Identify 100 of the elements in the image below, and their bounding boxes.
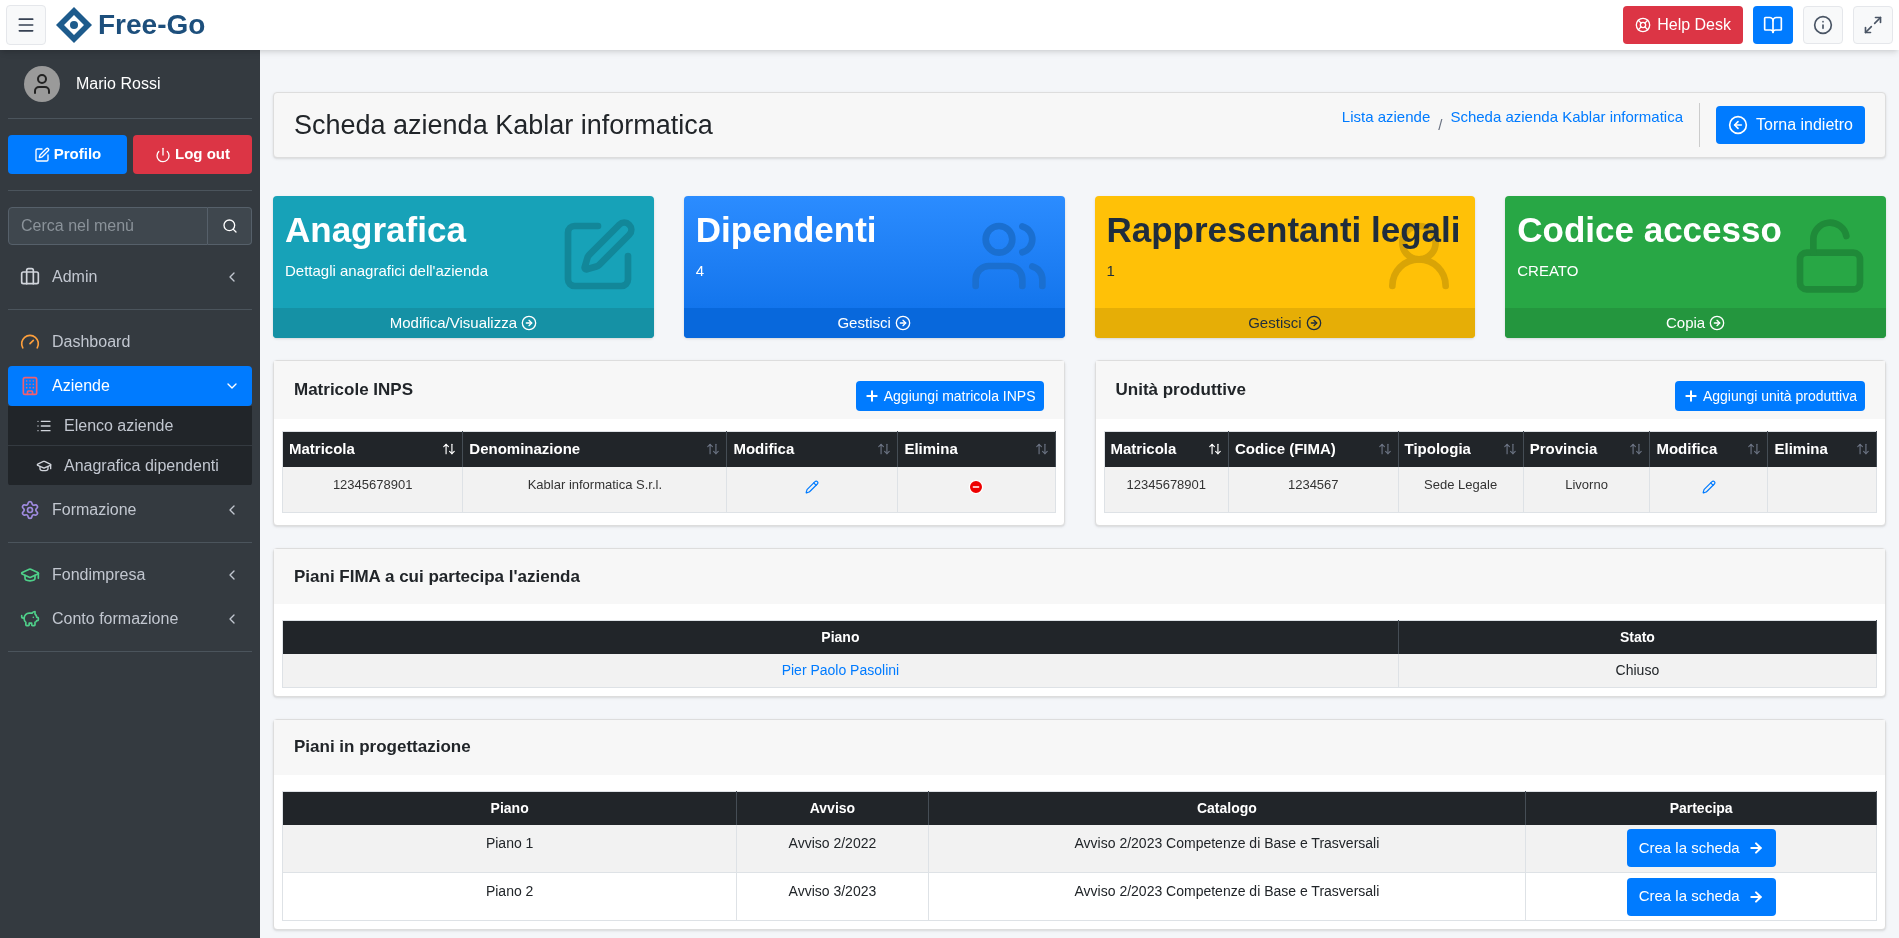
card-text: Dettagli anagrafici dell'azienda [285, 260, 489, 281]
book-button[interactable] [1753, 6, 1793, 44]
panel-title: Unità produttive [1115, 379, 1246, 402]
edit-icon [33, 146, 50, 163]
card-footer-link[interactable]: Gestisci [1094, 308, 1476, 338]
create-button[interactable]: Crea la scheda [1626, 877, 1776, 916]
delete-icon[interactable] [968, 479, 985, 496]
panel-title: Piani FIMA a cui partecipa l'azienda [294, 565, 580, 588]
search-icon [221, 218, 238, 234]
book-icon [1763, 15, 1783, 35]
column-header: Avviso [736, 791, 929, 825]
back-button[interactable]: Torna indietro [1716, 106, 1865, 144]
table-cell: Chiuso [1398, 654, 1877, 687]
menu-item[interactable]: Admin [8, 257, 252, 297]
table-cell: 12345678901 [1104, 466, 1229, 513]
lifebuoy-icon [1635, 17, 1652, 33]
search-field[interactable]: Cerca nel menù [8, 207, 208, 245]
power-icon [155, 146, 171, 163]
column-header[interactable]: Codice (FIMA) [1228, 431, 1398, 467]
info-icon [1813, 15, 1833, 35]
menu-item[interactable]: Fondimpresa [8, 555, 252, 595]
table-cell: Avviso 2/2023 Competenze di Base e Trasversali [928, 824, 1526, 873]
column-header[interactable]: Provincia [1523, 431, 1650, 467]
column-header[interactable]: Modifica [1649, 431, 1768, 467]
table-cell: Livorno [1523, 466, 1650, 513]
column-header[interactable]: Tipologia [1398, 431, 1524, 467]
column-header[interactable]: Matricola [282, 431, 463, 467]
card-text: 4 [695, 260, 706, 281]
table-cell: Kablar informatica S.r.l. [462, 466, 727, 513]
pencil-icon[interactable] [805, 480, 820, 495]
table-cell: Avviso 2/2023 Competenze di Base e Trasversali [928, 872, 1526, 921]
submenu-item[interactable]: Elenco aziende [8, 406, 252, 446]
fullscreen-button[interactable] [1853, 6, 1893, 44]
search-button[interactable] [208, 207, 252, 245]
logo-text: Free-Go [98, 8, 206, 42]
user-name[interactable]: Mario Rossi [76, 72, 161, 96]
menu-item[interactable]: Formazione [8, 490, 252, 530]
column-header[interactable]: Elimina [897, 431, 1055, 467]
table-cell: Avviso 2/2022 [736, 824, 929, 873]
panel-title: Piani in progettazione [294, 736, 471, 759]
table-cell: Piano 1 [282, 824, 737, 873]
avatar-icon [24, 66, 60, 102]
building-icon [20, 376, 40, 396]
menu-item[interactable]: Conto formazione [8, 599, 252, 639]
table-cell: Sede Legale [1398, 466, 1524, 513]
column-header: Piano [282, 620, 1399, 654]
add-button[interactable]: Aggiungi matricola INPS [855, 381, 1044, 411]
card-title: Codice accesso [1517, 209, 1783, 251]
piggy-bank-icon [20, 609, 40, 629]
profile-button[interactable]: Profilo [8, 135, 127, 174]
logo-icon [54, 5, 94, 45]
arrow-left-icon [1728, 115, 1749, 135]
arrow-right-icon [894, 315, 911, 331]
breadcrumb-link[interactable]: Scheda azienda Kablar informatica [1450, 105, 1684, 129]
column-header[interactable]: Matricola [1104, 431, 1229, 467]
info-button[interactable] [1803, 6, 1843, 44]
column-header[interactable]: Denominazione [462, 431, 727, 467]
create-button[interactable]: Crea la scheda [1626, 829, 1776, 868]
menu-button[interactable] [6, 5, 46, 45]
table-cell: 1234567 [1228, 466, 1398, 513]
gauge-icon [20, 332, 40, 352]
column-header: Piano [282, 791, 737, 825]
column-header[interactable]: Elimina [1768, 431, 1877, 467]
column-header: Catalogo [928, 791, 1526, 825]
card-title: Rappresentanti legali [1106, 209, 1462, 251]
card-title: Dipendenti [695, 209, 878, 251]
menu-icon [16, 15, 36, 35]
menu-item[interactable]: Aziende [8, 366, 252, 406]
card-footer-link[interactable]: Copia [1505, 308, 1886, 338]
card-footer-link[interactable]: Gestisci [683, 308, 1065, 338]
pencil-icon[interactable] [1701, 480, 1716, 495]
expand-icon [1863, 15, 1883, 35]
table-cell: Piano 2 [282, 872, 737, 921]
plan-link[interactable]: Pier Paolo Pasolini [781, 661, 900, 678]
briefcase-icon [20, 267, 40, 287]
plus-icon [863, 388, 880, 404]
card-title: Anagrafica [285, 209, 468, 251]
panel-title: Matricole INPS [294, 379, 414, 402]
column-header[interactable]: Modifica [726, 431, 898, 467]
menu-item[interactable]: Dashboard [8, 322, 252, 362]
card-text: CREATO [1517, 260, 1580, 281]
page-title: Scheda azienda Kablar informatica [294, 108, 714, 142]
column-header: Stato [1398, 620, 1877, 654]
arrow-right-icon [521, 315, 537, 331]
help-desk-button[interactable]: Help Desk [1623, 6, 1743, 44]
breadcrumb-link[interactable]: Lista aziende [1341, 105, 1431, 129]
arrow-right-icon [1709, 315, 1726, 331]
column-header: Partecipa [1525, 791, 1877, 825]
plus-icon [1682, 388, 1699, 404]
add-button[interactable]: Aggiungi unità produttiva [1674, 381, 1865, 411]
table-cell: Avviso 3/2023 [736, 872, 929, 921]
card-footer-link[interactable]: Modifica/Visualizza [273, 308, 654, 338]
logout-button[interactable]: Log out [133, 135, 252, 174]
breadcrumb-separator: / [1438, 114, 1443, 135]
table-cell: 12345678901 [282, 466, 463, 513]
card-text: 1 [1106, 260, 1116, 281]
arrow-right-icon [1305, 315, 1322, 331]
gear-icon [20, 500, 40, 520]
submenu-item[interactable]: Anagrafica dipendenti [8, 446, 252, 486]
graduation-cap-icon [20, 565, 40, 585]
